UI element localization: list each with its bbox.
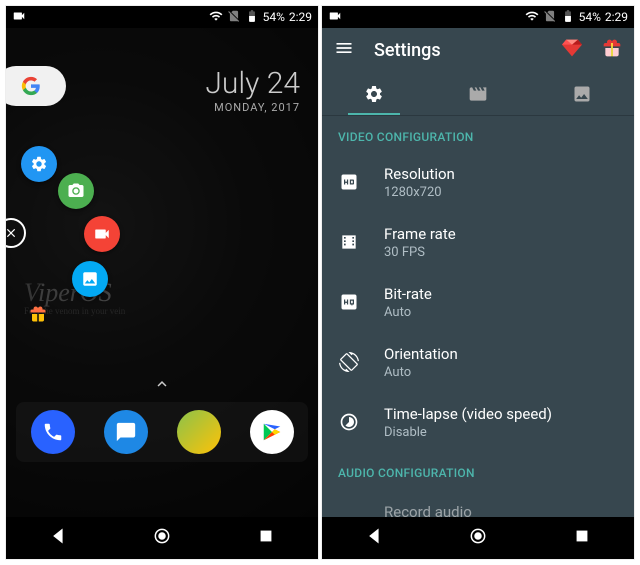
setting-label: Bit-rate: [384, 285, 432, 303]
setting-value: Disable: [384, 425, 552, 440]
dock-messages[interactable]: [104, 410, 148, 454]
hq-icon: [338, 291, 360, 313]
section-audio-header: AUDIO CONFIGURATION: [322, 452, 634, 488]
section-video-header: VIDEO CONFIGURATION: [322, 116, 634, 152]
gem-button[interactable]: [562, 38, 582, 62]
setting-bitrate[interactable]: Bit-rate Auto: [322, 272, 634, 332]
gear-icon: [364, 84, 384, 104]
date-widget[interactable]: July 24 MONDAY, 2017: [205, 66, 300, 114]
gift-button[interactable]: [602, 38, 622, 62]
setting-label: Time-lapse (video speed): [384, 405, 552, 423]
google-search-pill[interactable]: [5, 66, 66, 106]
setting-orientation[interactable]: Orientation Auto: [322, 332, 634, 392]
tab-videos[interactable]: [426, 72, 530, 115]
no-sim-icon: [543, 9, 557, 26]
date-large: July 24: [205, 66, 300, 101]
status-bar: 54% 2:29: [322, 6, 634, 28]
tab-screenshots[interactable]: [530, 72, 634, 115]
phone-settings: 54% 2:29 Settings VIDEO CONFIGURATION Re…: [321, 5, 635, 560]
close-icon: [5, 226, 18, 240]
battery-percent: 54%: [263, 10, 285, 24]
clock: 2:29: [289, 10, 312, 24]
movie-icon: [468, 84, 488, 104]
setting-label: Orientation: [384, 345, 458, 363]
battery-icon: [245, 9, 259, 26]
hamburger-icon: [334, 38, 354, 58]
setting-value: Auto: [384, 365, 458, 380]
play-store-icon: [261, 421, 283, 443]
settings-screen: Settings VIDEO CONFIGURATION Resolution …: [322, 28, 634, 517]
fab-settings[interactable]: [21, 146, 57, 182]
filmstrip-icon: [338, 231, 360, 253]
gift-icon: [29, 305, 47, 323]
videocam-icon: [328, 9, 342, 26]
phone-home: 54% 2:29 ViperOS Feel the venom in your …: [5, 5, 319, 560]
chevron-up-icon: [153, 375, 171, 393]
camera-icon: [67, 182, 85, 200]
nav-back[interactable]: [364, 526, 384, 550]
phone-icon: [42, 421, 64, 443]
nav-recent[interactable]: [572, 526, 592, 550]
nav-home[interactable]: [468, 526, 488, 550]
dock-play-store[interactable]: [250, 410, 294, 454]
no-sim-icon: [227, 9, 241, 26]
google-logo-icon: [20, 75, 42, 97]
fab-gallery[interactable]: [72, 261, 108, 297]
image-icon: [81, 270, 99, 288]
fab-camera[interactable]: [58, 173, 94, 209]
gift-icon: [602, 38, 622, 58]
gear-icon: [30, 155, 48, 173]
timelapse-icon: [338, 411, 360, 433]
nav-bar: [6, 517, 318, 559]
setting-value: 30 FPS: [384, 245, 456, 260]
hd-icon: [338, 171, 360, 193]
setting-framerate[interactable]: Frame rate 30 FPS: [322, 212, 634, 272]
image-icon: [572, 84, 592, 104]
menu-button[interactable]: [334, 38, 354, 62]
wifi-icon: [525, 9, 539, 26]
setting-value: 1280x720: [384, 185, 455, 200]
battery-percent: 54%: [579, 10, 601, 24]
wifi-icon: [209, 9, 223, 26]
fab-record[interactable]: [84, 216, 120, 252]
videocam-icon: [12, 9, 26, 26]
app-drawer-handle[interactable]: [153, 375, 171, 397]
date-small: MONDAY, 2017: [205, 101, 300, 114]
battery-icon: [561, 9, 575, 26]
videocam-icon: [93, 225, 111, 243]
setting-label: Frame rate: [384, 225, 456, 243]
setting-label: Record audio: [384, 503, 472, 517]
page-title: Settings: [374, 40, 542, 61]
chat-icon: [115, 421, 137, 443]
rotation-icon: [338, 351, 360, 373]
nav-home[interactable]: [152, 526, 172, 550]
fab-gift[interactable]: [20, 296, 56, 332]
dock-phone[interactable]: [31, 410, 75, 454]
setting-label: Resolution: [384, 165, 455, 183]
dock: [16, 402, 308, 462]
nav-bar: [322, 517, 634, 559]
dock-browser[interactable]: [177, 410, 221, 454]
tab-settings[interactable]: [322, 72, 426, 115]
status-bar: 54% 2:29: [6, 6, 318, 28]
nav-back[interactable]: [48, 526, 68, 550]
nav-recent[interactable]: [256, 526, 276, 550]
setting-timelapse[interactable]: Time-lapse (video speed) Disable: [322, 392, 634, 452]
home-screen[interactable]: ViperOS Feel the venom in your vein July…: [6, 28, 318, 517]
toolbar: Settings: [322, 28, 634, 72]
gem-icon: [562, 38, 582, 58]
setting-record-audio[interactable]: Record audio: [322, 488, 634, 517]
setting-value: Auto: [384, 305, 432, 320]
clock: 2:29: [605, 10, 628, 24]
setting-resolution[interactable]: Resolution 1280x720: [322, 152, 634, 212]
tab-bar: [322, 72, 634, 116]
